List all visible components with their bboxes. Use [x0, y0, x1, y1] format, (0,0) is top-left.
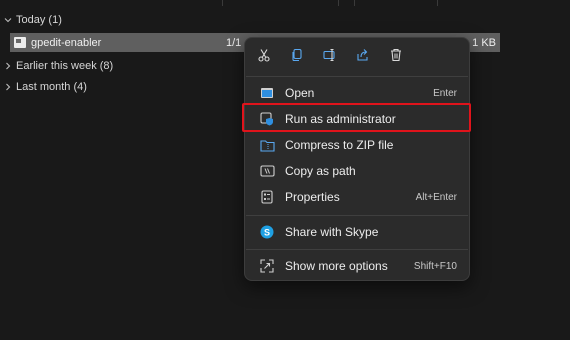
menu-item-label: Run as administrator [285, 112, 396, 126]
share-icon [356, 48, 370, 67]
cut-button[interactable] [253, 46, 275, 68]
copy-path-icon [259, 163, 275, 179]
quick-action-bar [245, 38, 469, 76]
menu-divider [246, 215, 468, 216]
copy-icon [290, 48, 304, 67]
file-name: gpedit-enabler [31, 36, 102, 49]
column-divider[interactable] [354, 0, 355, 6]
menu-item-shortcut: Shift+F10 [413, 260, 457, 272]
menu-item-properties[interactable]: Properties Alt+Enter [249, 184, 465, 210]
file-size: 1 KB [472, 36, 496, 49]
chevron-right-icon [0, 62, 16, 70]
group-header-last-month[interactable]: Last month (4) [0, 78, 87, 96]
chevron-down-icon [0, 17, 16, 23]
menu-divider [246, 249, 468, 250]
file-explorer-view: Today (1) gpedit-enabler 1/1 1 KB Earlie… [0, 0, 570, 340]
group-header-today[interactable]: Today (1) [0, 11, 62, 29]
more-options-icon [259, 258, 275, 274]
menu-item-label: Share with Skype [285, 225, 379, 239]
group-label: Earlier this week (8) [16, 60, 114, 72]
menu-divider [246, 76, 468, 77]
delete-icon [389, 48, 403, 67]
delete-button[interactable] [385, 46, 407, 68]
rename-icon [323, 48, 337, 67]
column-divider[interactable] [338, 0, 339, 6]
menu-item-label: Copy as path [285, 164, 356, 178]
menu-item-label: Properties [285, 190, 340, 204]
group-label: Today (1) [16, 14, 62, 26]
menu-item-shortcut: Enter [433, 87, 457, 99]
run-as-admin-icon [259, 111, 275, 127]
menu-item-copy-as-path[interactable]: Copy as path [249, 158, 465, 184]
column-divider[interactable] [222, 0, 223, 6]
open-icon [259, 85, 275, 101]
zip-icon [259, 137, 275, 153]
rename-button[interactable] [319, 46, 341, 68]
menu-item-label: Compress to ZIP file [285, 138, 394, 152]
share-button[interactable] [352, 46, 374, 68]
properties-icon [259, 189, 275, 205]
menu-item-compress-zip[interactable]: Compress to ZIP file [249, 132, 465, 158]
menu-item-share-with-skype[interactable]: S Share with Skype [249, 219, 465, 245]
group-label: Last month (4) [16, 81, 87, 93]
skype-icon: S [259, 224, 275, 240]
menu-item-show-more-options[interactable]: Show more options Shift+F10 [249, 253, 465, 279]
file-date: 1/1 [226, 36, 242, 49]
cut-icon [257, 48, 271, 67]
menu-item-shortcut: Alt+Enter [415, 191, 457, 203]
script-file-icon [14, 37, 26, 48]
chevron-right-icon [0, 83, 16, 91]
group-header-earlier-this-week[interactable]: Earlier this week (8) [0, 57, 113, 75]
menu-item-open[interactable]: Open Enter [249, 80, 465, 106]
svg-text:S: S [264, 228, 270, 238]
column-divider[interactable] [437, 0, 438, 6]
menu-item-label: Show more options [285, 259, 388, 273]
menu-item-run-as-administrator[interactable]: Run as administrator [249, 106, 465, 132]
context-menu: Open Enter Run as administrator Compress… [244, 37, 470, 281]
copy-button[interactable] [286, 46, 308, 68]
menu-item-label: Open [285, 86, 315, 100]
